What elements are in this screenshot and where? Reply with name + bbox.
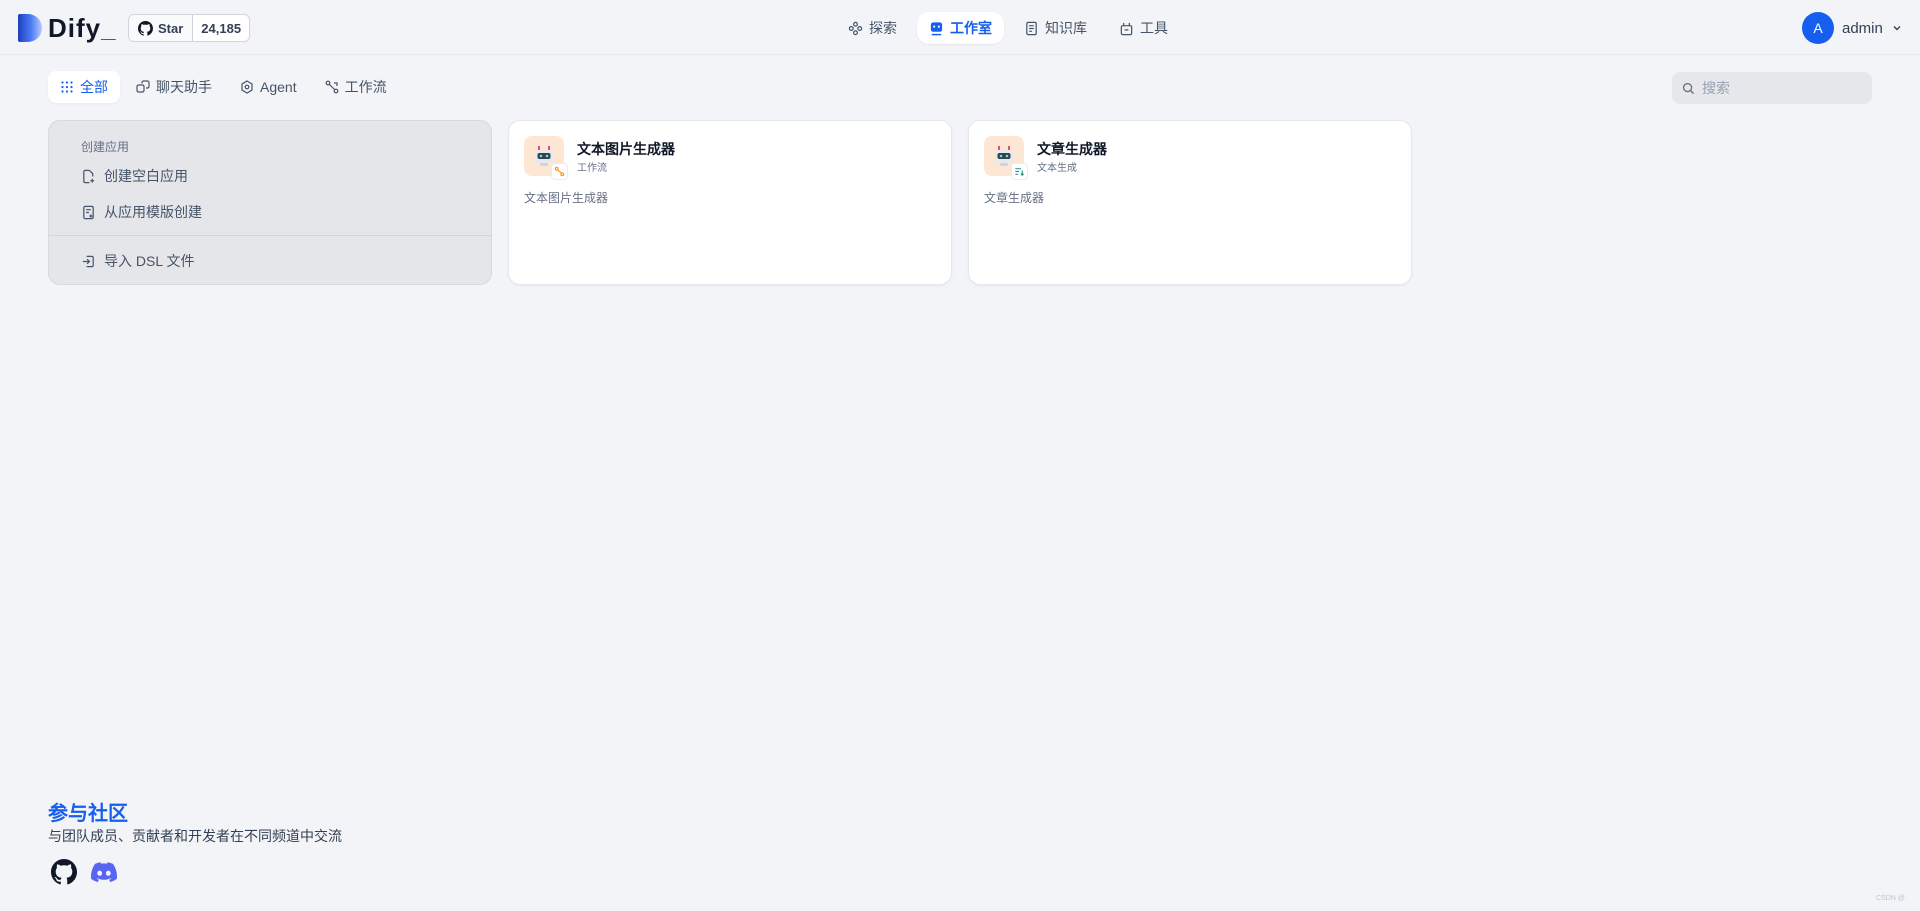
create-from-template-button[interactable]: 从应用模版创建	[81, 200, 202, 224]
import-icon	[82, 255, 94, 267]
tab-all-label: 全部	[80, 79, 108, 95]
nav-tools-label: 工具	[1140, 20, 1168, 36]
dify-logo-mark-icon	[18, 14, 42, 42]
nav-explore-label: 探索	[869, 20, 897, 36]
app-description: 文本图片生成器	[524, 191, 609, 205]
community-subtitle: 与团队成员、贡献者和开发者在不同频道中交流	[48, 828, 342, 844]
create-blank-app-label: 创建空白应用	[104, 168, 188, 184]
app-name: 文章生成器	[1037, 141, 1107, 157]
app-name: 文本图片生成器	[577, 141, 675, 157]
community-title: 参与社区	[48, 803, 128, 825]
tab-all[interactable]: 全部	[48, 71, 120, 103]
app-type: 工作流	[577, 163, 607, 174]
tab-workflow[interactable]: 工作流	[313, 71, 399, 103]
github-star-label: Star	[158, 20, 184, 36]
brand-cursor: _	[101, 12, 117, 43]
watermark: CSDN @	[1876, 895, 1905, 902]
app-description: 文章生成器	[984, 191, 1045, 205]
github-icon	[51, 859, 77, 885]
search-icon	[1682, 82, 1695, 94]
tab-chat-assistant-label: 聊天助手	[156, 79, 212, 95]
tools-icon	[1120, 22, 1133, 35]
explore-icon	[848, 21, 863, 35]
nav-knowledge-label: 知识库	[1045, 20, 1087, 36]
app-card-text-image-generator[interactable]: 文本图片生成器 工作流 文本图片生成器	[508, 120, 952, 285]
user-name: admin	[1842, 19, 1883, 37]
github-community-link[interactable]	[50, 858, 78, 886]
new-file-icon	[83, 169, 95, 183]
nav-tools[interactable]: 工具	[1107, 12, 1180, 44]
nav-explore[interactable]: 探索	[836, 12, 909, 44]
avatar: A	[1802, 12, 1834, 44]
brand-name: Dify	[48, 12, 102, 43]
discord-community-link[interactable]	[90, 858, 118, 886]
studio-icon	[930, 21, 943, 35]
workflow-badge-icon	[551, 163, 568, 180]
agent-icon	[241, 80, 253, 94]
grid-icon	[61, 81, 73, 93]
create-blank-app-button[interactable]: 创建空白应用	[81, 164, 188, 188]
workflow-icon	[325, 80, 338, 94]
tab-workflow-label: 工作流	[344, 79, 387, 95]
tab-agent[interactable]: Agent	[228, 71, 309, 103]
template-file-icon	[83, 205, 94, 219]
create-app-title: 创建应用	[81, 140, 130, 154]
discord-icon	[91, 862, 117, 882]
nav-knowledge[interactable]: 知识库	[1012, 12, 1099, 44]
import-dsl-button[interactable]: 导入 DSL 文件	[81, 249, 195, 273]
tab-chat-assistant[interactable]: 聊天助手	[124, 71, 224, 103]
main-nav: 探索 工作室 知识库 工具	[836, 12, 1180, 44]
create-divider	[49, 235, 491, 236]
nav-studio[interactable]: 工作室	[917, 12, 1004, 44]
knowledge-icon	[1026, 21, 1037, 35]
chat-icon	[136, 80, 150, 93]
user-menu[interactable]: A admin	[1802, 12, 1903, 44]
search-input[interactable]	[1702, 80, 1862, 96]
tab-agent-label: Agent	[260, 79, 297, 95]
create-app-card: 创建应用 创建空白应用 从应用模版创建 导入 DSL 文件	[48, 120, 492, 285]
import-dsl-label: 导入 DSL 文件	[104, 253, 195, 269]
chevron-down-icon	[1893, 26, 1901, 31]
app-type-tabs: 全部 聊天助手 Agent 工作流	[48, 71, 399, 103]
github-icon	[138, 20, 153, 36]
github-star-button[interactable]: Star 24,185	[128, 14, 251, 42]
dify-logo[interactable]: Dify_	[18, 13, 117, 43]
app-card-article-generator[interactable]: 文章生成器 文本生成 文章生成器	[968, 120, 1412, 285]
app-type: 文本生成	[1037, 163, 1077, 174]
search-box[interactable]	[1672, 72, 1872, 104]
text-generation-badge-icon	[1011, 163, 1028, 180]
github-star-count: 24,185	[201, 20, 242, 36]
nav-studio-label: 工作室	[950, 20, 992, 36]
top-header: Dify_ Star 24,185 探索 工作室 知识库 工具 A admin	[0, 0, 1920, 55]
create-from-template-label: 从应用模版创建	[104, 204, 202, 220]
